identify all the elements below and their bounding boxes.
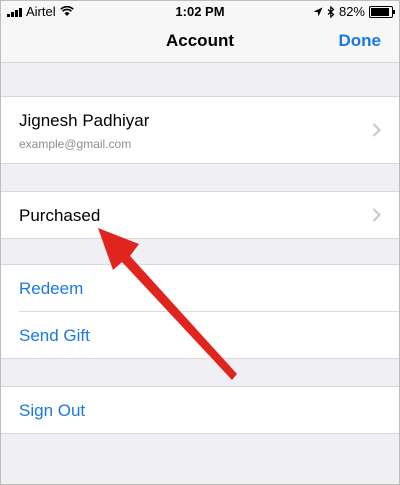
profile-section: Jignesh Padhiyar example@gmail.com xyxy=(1,96,399,164)
chevron-right-icon xyxy=(372,123,381,137)
send-gift-link[interactable]: Send Gift xyxy=(19,326,90,346)
purchased-label: Purchased xyxy=(19,206,101,225)
profile-row[interactable]: Jignesh Padhiyar example@gmail.com xyxy=(1,97,399,163)
redeem-link[interactable]: Redeem xyxy=(19,279,83,299)
chevron-right-icon xyxy=(372,208,381,222)
purchased-row[interactable]: Purchased xyxy=(1,192,399,238)
screen: Airtel 1:02 PM 82% Account Done Jignesh … xyxy=(0,0,400,485)
account-name: Jignesh Padhiyar xyxy=(19,111,150,130)
location-icon xyxy=(313,7,323,16)
gift-section: Redeem Send Gift xyxy=(1,264,399,359)
redeem-row[interactable]: Redeem xyxy=(1,265,399,311)
done-button[interactable]: Done xyxy=(339,31,382,51)
account-email: example@gmail.com xyxy=(19,137,132,151)
battery-icon xyxy=(369,5,395,18)
sign-out-section: Sign Out xyxy=(1,386,399,434)
battery-percent: 82% xyxy=(338,4,365,19)
purchased-section: Purchased xyxy=(1,191,399,239)
status-bar: Airtel 1:02 PM 82% xyxy=(1,1,399,21)
send-gift-row[interactable]: Send Gift xyxy=(19,311,399,358)
navigation-bar: Account Done xyxy=(1,21,399,63)
sign-out-link[interactable]: Sign Out xyxy=(19,401,85,421)
bluetooth-icon xyxy=(327,5,335,18)
sign-out-row[interactable]: Sign Out xyxy=(1,387,399,433)
